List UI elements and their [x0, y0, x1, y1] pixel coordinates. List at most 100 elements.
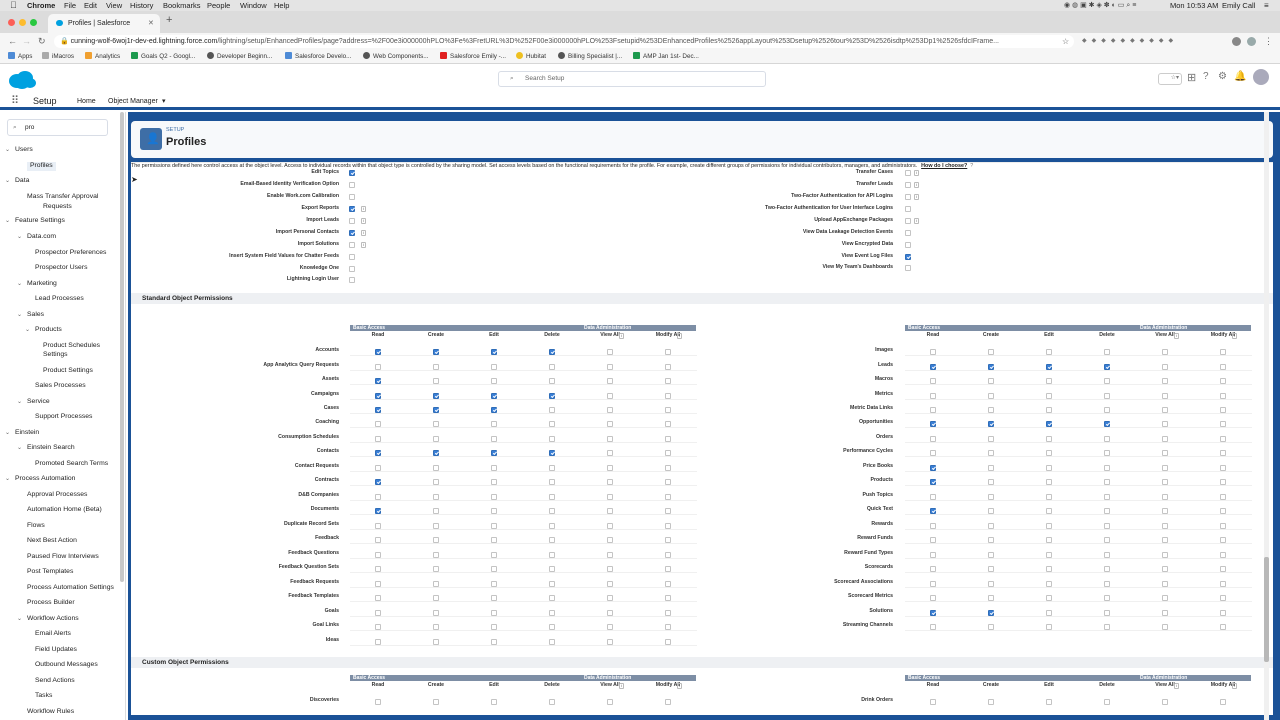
chevron-down-icon[interactable]: ⌄ — [17, 398, 22, 407]
object-permission-checkbox[interactable] — [375, 581, 381, 587]
sidebar-item[interactable]: Users — [15, 146, 33, 155]
clock[interactable]: Mon 10:53 AM — [1170, 0, 1218, 11]
object-permission-checkbox[interactable] — [607, 639, 613, 645]
object-permission-checkbox[interactable] — [433, 699, 439, 705]
permission-checkbox[interactable] — [349, 266, 355, 272]
sidebar-item[interactable]: Settings — [43, 351, 68, 360]
object-permission-checkbox[interactable] — [1220, 552, 1226, 558]
object-permission-checkbox[interactable] — [607, 581, 613, 587]
object-permission-checkbox[interactable] — [1046, 537, 1052, 543]
object-permission-checkbox[interactable] — [1104, 699, 1110, 705]
object-permission-checkbox[interactable] — [433, 639, 439, 645]
object-permission-checkbox[interactable] — [665, 421, 671, 427]
mac-user[interactable]: Emily Call — [1222, 0, 1255, 11]
object-permission-checkbox[interactable] — [930, 349, 936, 355]
object-permission-checkbox[interactable] — [607, 699, 613, 705]
object-permission-checkbox[interactable] — [1104, 364, 1110, 370]
bookmark-salesforce-emily[interactable]: Salesforce Emily -... — [440, 50, 506, 64]
object-permission-checkbox[interactable] — [988, 523, 994, 529]
object-permission-checkbox[interactable] — [988, 494, 994, 500]
object-permission-checkbox[interactable] — [1162, 407, 1168, 413]
object-permission-checkbox[interactable] — [1162, 624, 1168, 630]
object-permission-checkbox[interactable] — [433, 581, 439, 587]
sidebar-item[interactable]: Product Schedules — [43, 342, 100, 351]
object-permission-checkbox[interactable] — [549, 421, 555, 427]
object-permission-checkbox[interactable] — [1162, 349, 1168, 355]
tab-close-icon[interactable]: ✕ — [148, 14, 154, 33]
object-permission-checkbox[interactable] — [375, 450, 381, 456]
sidebar-item[interactable]: Prospector Users — [35, 264, 88, 273]
object-permission-checkbox[interactable] — [607, 566, 613, 572]
permission-checkbox[interactable] — [349, 194, 355, 200]
object-permission-checkbox[interactable] — [665, 595, 671, 601]
object-permission-checkbox[interactable] — [1220, 479, 1226, 485]
object-permission-checkbox[interactable] — [1162, 523, 1168, 529]
object-permission-checkbox[interactable] — [491, 494, 497, 500]
object-permission-checkbox[interactable] — [1046, 465, 1052, 471]
object-permission-checkbox[interactable] — [665, 699, 671, 705]
object-permission-checkbox[interactable] — [433, 610, 439, 616]
menu-history[interactable]: History — [130, 0, 153, 11]
menu-edit[interactable]: Edit — [84, 0, 97, 11]
bookmark-apps[interactable]: Apps — [8, 50, 32, 64]
object-permission-checkbox[interactable] — [1162, 364, 1168, 370]
object-permission-checkbox[interactable] — [1220, 450, 1226, 456]
permission-checkbox[interactable] — [349, 170, 355, 176]
object-permission-checkbox[interactable] — [375, 610, 381, 616]
object-permission-checkbox[interactable] — [1046, 610, 1052, 616]
browser-tab[interactable]: Profiles | Salesforce ✕ — [48, 14, 160, 33]
object-permission-checkbox[interactable] — [1046, 436, 1052, 442]
object-permission-checkbox[interactable] — [1162, 508, 1168, 514]
object-permission-checkbox[interactable] — [665, 393, 671, 399]
object-permission-checkbox[interactable] — [1046, 699, 1052, 705]
object-permission-checkbox[interactable] — [1162, 595, 1168, 601]
permission-checkbox[interactable] — [905, 230, 911, 236]
object-permission-checkbox[interactable] — [607, 349, 613, 355]
object-permission-checkbox[interactable] — [1220, 349, 1226, 355]
object-permission-checkbox[interactable] — [1046, 479, 1052, 485]
permission-checkbox[interactable] — [905, 206, 911, 212]
object-permission-checkbox[interactable] — [1046, 364, 1052, 370]
object-permission-checkbox[interactable] — [988, 407, 994, 413]
bookmark-analytics[interactable]: Analytics — [85, 50, 120, 64]
object-permission-checkbox[interactable] — [1104, 393, 1110, 399]
object-permission-checkbox[interactable] — [665, 624, 671, 630]
object-permission-checkbox[interactable] — [1104, 378, 1110, 384]
object-permission-checkbox[interactable] — [1046, 595, 1052, 601]
object-permission-checkbox[interactable] — [930, 364, 936, 370]
object-permission-checkbox[interactable] — [1104, 436, 1110, 442]
object-permission-checkbox[interactable] — [375, 378, 381, 384]
bookmark-imacros[interactable]: iMacros — [42, 50, 74, 64]
object-permission-checkbox[interactable] — [988, 699, 994, 705]
gear-icon[interactable]: ⚙ — [1218, 71, 1227, 82]
object-permission-checkbox[interactable] — [491, 624, 497, 630]
tab-object-manager[interactable]: Object Manager — [108, 93, 158, 110]
object-permission-checkbox[interactable] — [433, 624, 439, 630]
object-permission-checkbox[interactable] — [1220, 436, 1226, 442]
object-permission-checkbox[interactable] — [665, 479, 671, 485]
sidebar-item[interactable]: Marketing — [27, 280, 57, 289]
permission-checkbox[interactable] — [349, 182, 355, 188]
object-permission-checkbox[interactable] — [930, 610, 936, 616]
object-permission-checkbox[interactable] — [491, 479, 497, 485]
bookmark-billing[interactable]: Billing Specialist |... — [558, 50, 622, 64]
permission-checkbox[interactable] — [349, 254, 355, 260]
sidebar-item[interactable]: Field Updates — [35, 646, 77, 655]
object-permission-checkbox[interactable] — [607, 393, 613, 399]
sidebar-item[interactable]: Product Settings — [43, 367, 93, 376]
info-icon[interactable]: i — [619, 333, 624, 339]
object-permission-checkbox[interactable] — [607, 450, 613, 456]
object-permission-checkbox[interactable] — [988, 349, 994, 355]
object-permission-checkbox[interactable] — [433, 595, 439, 601]
object-permission-checkbox[interactable] — [988, 378, 994, 384]
new-tab-icon[interactable]: + — [166, 14, 172, 26]
object-permission-checkbox[interactable] — [665, 378, 671, 384]
how-do-i-choose-link[interactable]: How do I choose? — [921, 163, 967, 169]
object-permission-checkbox[interactable] — [607, 494, 613, 500]
object-permission-checkbox[interactable] — [1220, 393, 1226, 399]
object-permission-checkbox[interactable] — [607, 552, 613, 558]
object-permission-checkbox[interactable] — [375, 421, 381, 427]
notifications-icon[interactable]: 🔔 — [1234, 71, 1246, 82]
object-permission-checkbox[interactable] — [1220, 378, 1226, 384]
object-permission-checkbox[interactable] — [1046, 566, 1052, 572]
